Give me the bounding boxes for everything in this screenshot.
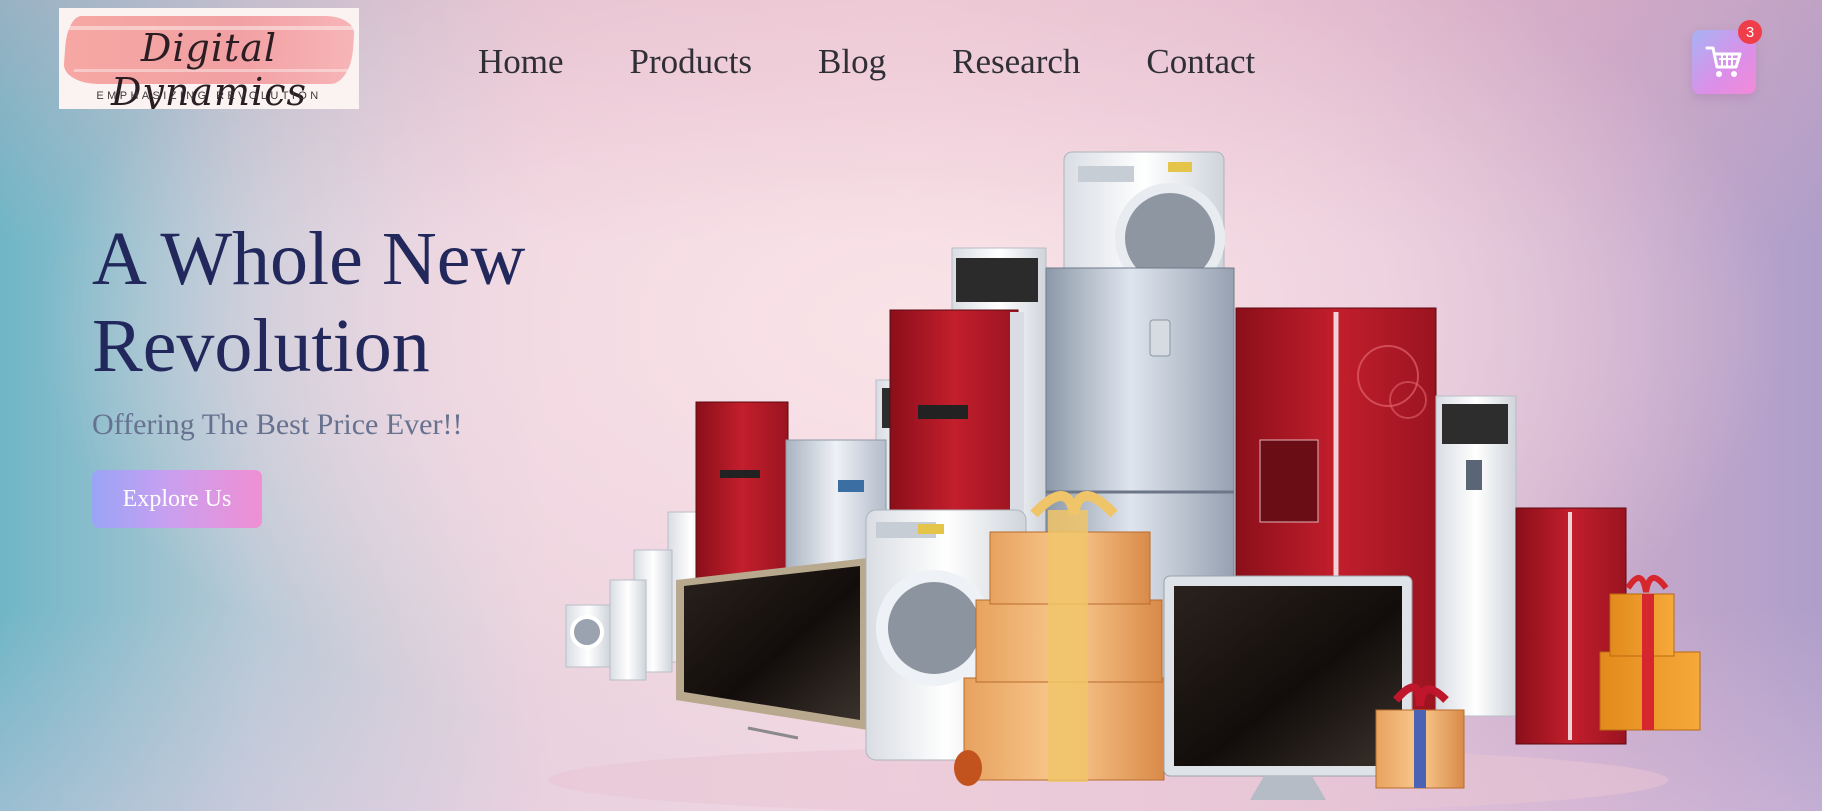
hero-title-line-2: Revolution: [92, 304, 430, 388]
logo-tagline: EMPHASIZING REVOLUTION: [96, 90, 322, 102]
cart-button[interactable]: 3: [1692, 20, 1762, 94]
nav-products[interactable]: Products: [630, 40, 753, 84]
explore-us-button[interactable]: Explore Us: [92, 470, 262, 528]
main-nav: Home Products Blog Research Contact: [478, 40, 1255, 84]
cart-count-badge: 3: [1738, 20, 1762, 44]
nav-research[interactable]: Research: [952, 40, 1080, 84]
hero-title-line-1: A Whole New: [92, 217, 526, 301]
appliances-product-image: [548, 151, 1701, 811]
nav-blog[interactable]: Blog: [818, 40, 886, 84]
nav-contact[interactable]: Contact: [1146, 40, 1255, 84]
site-logo[interactable]: Digital Dynamics EMPHASIZING REVOLUTION: [59, 8, 359, 109]
cart-icon: [1705, 46, 1742, 77]
hero-subtitle: Offering The Best Price Ever!!: [92, 408, 463, 441]
hero-title: A Whole New Revolution: [92, 216, 612, 390]
hero-section: A Whole New Revolution Offering The Best…: [92, 216, 612, 528]
nav-home[interactable]: Home: [478, 40, 564, 84]
